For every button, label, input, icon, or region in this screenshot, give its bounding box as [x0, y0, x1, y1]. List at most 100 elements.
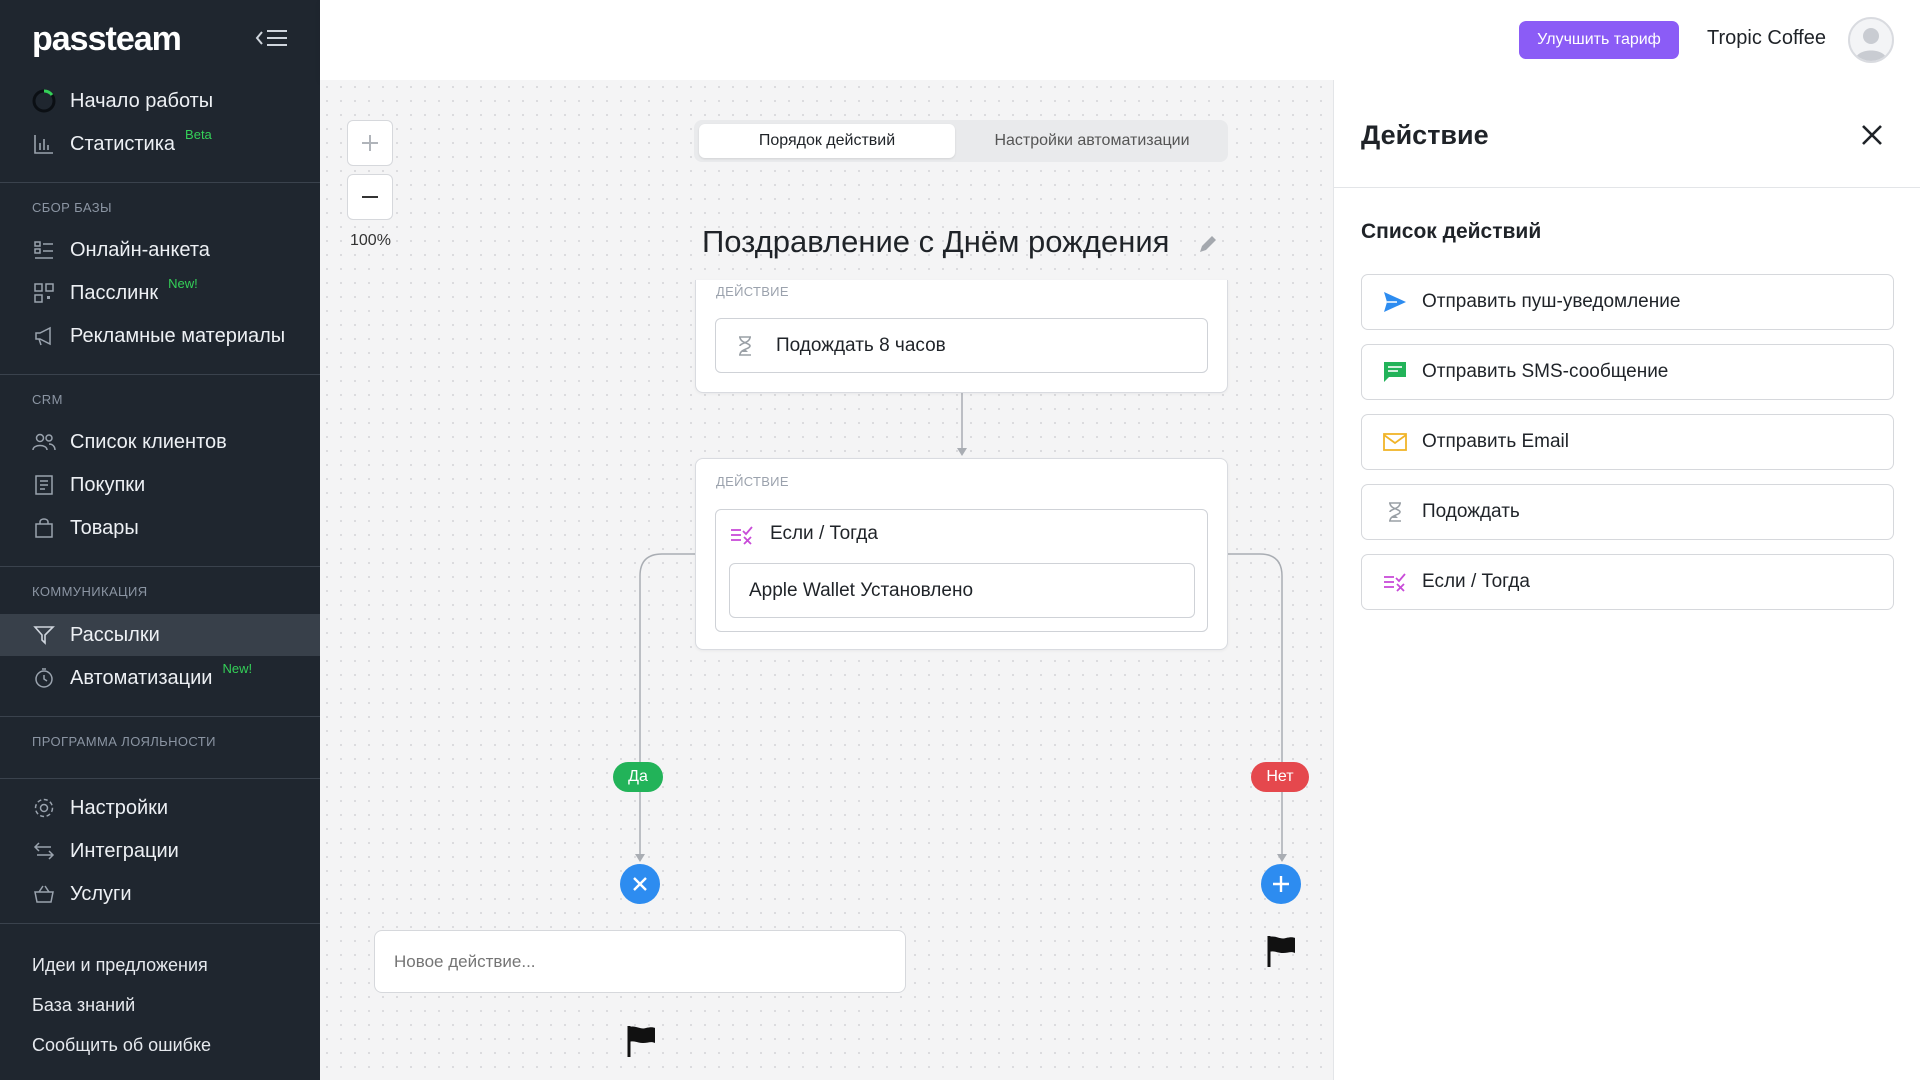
sidebar-item-products[interactable]: Товары	[0, 507, 320, 549]
condition-action-box[interactable]: Если / Тогда Apple Wallet Установлено	[715, 509, 1208, 632]
top-bar	[320, 0, 1920, 80]
shopping-bag-icon	[32, 516, 56, 540]
action-send-email[interactable]: Отправить Email	[1361, 414, 1894, 470]
sidebar-item-online-form[interactable]: Онлайн-анкета	[0, 229, 320, 271]
action-send-sms[interactable]: Отправить SMS-сообщение	[1361, 344, 1894, 400]
add-step-button[interactable]	[1261, 864, 1301, 904]
sidebar-item-label: Начало работы	[70, 89, 214, 112]
sidebar-item-passlink[interactable]: Пасслинк New!	[0, 272, 320, 314]
divider	[0, 923, 320, 924]
action-card-wait[interactable]: Действие Подождать 8 часов	[695, 280, 1228, 393]
action-card-condition[interactable]: Действие Если / Тогда Apple Wallet Устан…	[695, 458, 1228, 650]
sidebar-item-label: Покупки	[70, 473, 146, 496]
beta-badge: Beta	[185, 126, 212, 142]
tab-action-order[interactable]: Порядок действий	[699, 124, 955, 158]
action-wait[interactable]: Подождать	[1361, 484, 1894, 540]
panel-title: Действие	[1361, 120, 1489, 150]
form-icon	[32, 238, 56, 262]
divider	[1334, 187, 1920, 188]
send-icon	[32, 623, 56, 647]
section-title-loyalty: Программа лояльности	[32, 734, 216, 749]
pencil-icon[interactable]	[1196, 232, 1220, 256]
sidebar-item-label: Рекламные материалы	[70, 324, 286, 347]
minus-icon	[362, 196, 378, 198]
users-icon	[32, 430, 56, 454]
condition-value: Apple Wallet Установлено	[749, 579, 974, 601]
megaphone-icon	[32, 324, 56, 348]
avatar[interactable]	[1848, 17, 1894, 63]
divider	[0, 716, 320, 717]
action-label: Подождать	[1422, 501, 1520, 522]
automation-title: Поздравление с Днём рождения	[702, 224, 1170, 259]
new-badge: New!	[222, 660, 253, 676]
sidebar-item-label: Товары	[70, 516, 139, 539]
hourglass-icon	[1382, 499, 1408, 525]
sidebar-item-label: Услуги	[70, 882, 132, 905]
sidebar-item-label: Автоматизации	[70, 666, 213, 689]
sidebar-item-label: Статистика	[70, 132, 176, 155]
progress-ring-icon	[32, 89, 56, 113]
zoom-in-button[interactable]	[347, 120, 393, 166]
company-name[interactable]: Tropic Coffee	[1707, 27, 1826, 50]
divider	[0, 182, 320, 183]
remove-step-button[interactable]	[620, 864, 660, 904]
divider	[0, 778, 320, 779]
close-icon[interactable]	[1857, 120, 1887, 150]
zoom-level: 100%	[350, 232, 391, 249]
sidebar-item-purchases[interactable]: Покупки	[0, 464, 320, 506]
sidebar-item-services[interactable]: Услуги	[0, 873, 320, 915]
brand-logo[interactable]: passteam	[32, 20, 182, 59]
action-label: Отправить Email	[1422, 431, 1569, 452]
zoom-out-button[interactable]	[347, 174, 393, 220]
condition-action-label: Если / Тогда	[770, 523, 878, 544]
automation-icon	[32, 666, 56, 690]
new-action-input[interactable]	[374, 930, 906, 993]
divider	[0, 374, 320, 375]
envelope-icon	[1382, 429, 1408, 455]
tab-automation-settings[interactable]: Настройки автоматизации	[960, 124, 1224, 158]
section-title-communication: Коммуникация	[32, 584, 148, 599]
gear-icon	[32, 796, 56, 820]
condition-icon	[1382, 569, 1408, 595]
sidebar-item-label: Список клиентов	[70, 430, 227, 453]
action-send-push[interactable]: Отправить пуш-уведомление	[1361, 274, 1894, 330]
action-if-then[interactable]: Если / Тогда	[1361, 554, 1894, 610]
card-caption: Действие	[716, 284, 789, 299]
branch-no-badge: Нет	[1251, 762, 1309, 792]
report-bug-link[interactable]: Сообщить об ошибке	[32, 1035, 211, 1056]
sidebar-item-label: Настройки	[70, 796, 169, 819]
new-badge: New!	[168, 275, 198, 291]
sidebar-item-label: Рассылки	[70, 623, 160, 646]
message-icon	[1382, 359, 1408, 385]
sidebar-item-automations[interactable]: Автоматизации New!	[0, 657, 320, 699]
bar-chart-icon	[32, 132, 56, 156]
card-caption: Действие	[716, 474, 789, 489]
sidebar-item-clients[interactable]: Список клиентов	[0, 421, 320, 463]
upgrade-plan-button[interactable]: Улучшить тариф	[1519, 21, 1679, 59]
action-panel: Действие Список действий Отправить пуш-у…	[1333, 80, 1920, 1080]
divider	[0, 566, 320, 567]
close-icon	[633, 877, 647, 891]
condition-icon	[730, 525, 754, 545]
basket-icon	[32, 882, 56, 906]
sidebar: passteam Начало работы Статистика Beta С…	[0, 0, 320, 1080]
sidebar-item-ad-materials[interactable]: Рекламные материалы	[0, 315, 320, 357]
sidebar-item-integrations[interactable]: Интеграции	[0, 830, 320, 872]
flag-icon	[1266, 934, 1298, 968]
sidebar-item-getting-started[interactable]: Начало работы	[0, 80, 320, 122]
wait-action-box[interactable]: Подождать 8 часов	[715, 318, 1208, 373]
feedback-link[interactable]: Идеи и предложения	[32, 955, 208, 976]
knowledge-base-link[interactable]: База знаний	[32, 995, 135, 1016]
collapse-sidebar-icon[interactable]	[254, 24, 290, 52]
receipt-icon	[32, 473, 56, 497]
branch-yes-badge: Да	[613, 762, 663, 792]
action-label: Если / Тогда	[1422, 571, 1530, 592]
condition-value-box[interactable]: Apple Wallet Установлено	[729, 563, 1195, 618]
hourglass-icon	[736, 335, 756, 357]
sidebar-item-statistics[interactable]: Статистика Beta	[0, 123, 320, 165]
sidebar-item-label: Онлайн-анкета	[70, 238, 210, 261]
view-tabs: Порядок действий Настройки автоматизации	[694, 120, 1228, 162]
sidebar-item-settings[interactable]: Настройки	[0, 787, 320, 829]
section-title-collection: Сбор базы	[32, 200, 112, 215]
sidebar-item-mailings[interactable]: Рассылки	[0, 614, 320, 656]
